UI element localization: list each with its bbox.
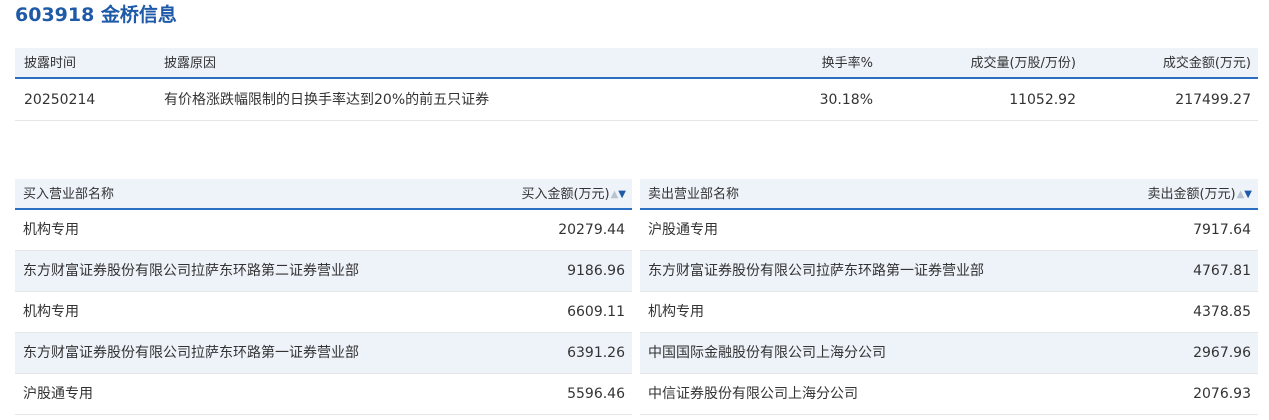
sell-header-amount: 卖出金额(万元) <box>1147 187 1236 202</box>
header-volume: 成交量(万股/万份) <box>970 56 1076 71</box>
summary-date: 20250214 <box>24 92 96 108</box>
broker-name: 机构专用 <box>23 222 79 238</box>
sell-amount: 2076.93 <box>1193 386 1251 402</box>
buy-amount-sort-header[interactable]: 买入金额(万元)▲▼ <box>521 179 626 210</box>
table-row: 机构专用 4378.85 <box>640 292 1258 333</box>
table-row: 中信证券股份有限公司上海分公司 2076.93 <box>640 374 1258 415</box>
broker-name: 东方财富证券股份有限公司拉萨东环路第一证券营业部 <box>648 263 984 279</box>
sort-down-icon: ▼ <box>618 189 626 200</box>
buy-amount: 5596.46 <box>567 386 625 402</box>
header-date: 披露时间 <box>24 56 77 71</box>
buy-amount: 9186.96 <box>567 263 625 279</box>
sell-amount: 4378.85 <box>1193 304 1251 320</box>
sell-amount: 7917.64 <box>1193 222 1251 238</box>
sort-down-icon: ▼ <box>1244 189 1252 200</box>
table-row: 东方财富证券股份有限公司拉萨东环路第一证券营业部 4767.81 <box>640 251 1258 292</box>
header-reason: 披露原因 <box>164 56 217 71</box>
buy-header-amount: 买入金额(万元) <box>521 187 610 202</box>
broker-name: 中信证券股份有限公司上海分公司 <box>648 386 858 402</box>
buy-amount: 20279.44 <box>558 222 625 238</box>
broker-name: 沪股通专用 <box>648 222 718 238</box>
summary-row: 20250214 有价格涨跌幅限制的日换手率达到20%的前五只证券 30.18%… <box>15 79 1258 121</box>
sell-table: 卖出营业部名称 卖出金额(万元)▲▼ 沪股通专用 7917.64 东方财富证券股… <box>640 179 1258 415</box>
buy-amount: 6609.11 <box>567 304 625 320</box>
buy-amount: 6391.26 <box>567 345 625 361</box>
summary-volume: 11052.92 <box>1009 92 1076 108</box>
broker-name: 机构专用 <box>648 304 704 320</box>
table-row: 沪股通专用 7917.64 <box>640 210 1258 251</box>
header-amount: 成交金额(万元) <box>1162 56 1251 71</box>
broker-name: 沪股通专用 <box>23 386 93 402</box>
buy-table: 买入营业部名称 买入金额(万元)▲▼ 机构专用 20279.44 东方财富证券股… <box>15 179 632 415</box>
table-row: 机构专用 6609.11 <box>15 292 632 333</box>
header-turnover: 换手率% <box>821 56 873 71</box>
broker-name: 东方财富证券股份有限公司拉萨东环路第一证券营业部 <box>23 345 359 361</box>
buy-header-row: 买入营业部名称 买入金额(万元)▲▼ <box>15 179 632 210</box>
sell-amount: 4767.81 <box>1193 263 1251 279</box>
table-row: 沪股通专用 5596.46 <box>15 374 632 415</box>
page-title: 603918 金桥信息 <box>15 4 177 26</box>
table-row: 东方财富证券股份有限公司拉萨东环路第一证券营业部 6391.26 <box>15 333 632 374</box>
summary-turnover: 30.18% <box>819 92 873 108</box>
broker-name: 中国国际金融股份有限公司上海分公司 <box>648 345 886 361</box>
sort-icon[interactable]: ▲▼ <box>1237 179 1252 210</box>
sell-header-name: 卖出营业部名称 <box>648 187 740 202</box>
table-row: 机构专用 20279.44 <box>15 210 632 251</box>
buy-header-name: 买入营业部名称 <box>23 187 115 202</box>
summary-reason: 有价格涨跌幅限制的日换手率达到20%的前五只证券 <box>164 92 490 108</box>
broker-name: 机构专用 <box>23 304 79 320</box>
sort-icon[interactable]: ▲▼ <box>611 179 626 210</box>
sell-amount-sort-header[interactable]: 卖出金额(万元)▲▼ <box>1147 179 1252 210</box>
table-row: 中国国际金融股份有限公司上海分公司 2967.96 <box>640 333 1258 374</box>
summary-table: 披露时间 披露原因 换手率% 成交量(万股/万份) 成交金额(万元) 20250… <box>15 48 1258 121</box>
broker-name: 东方财富证券股份有限公司拉萨东环路第二证券营业部 <box>23 263 359 279</box>
table-row: 东方财富证券股份有限公司拉萨东环路第二证券营业部 9186.96 <box>15 251 632 292</box>
summary-header-row: 披露时间 披露原因 换手率% 成交量(万股/万份) 成交金额(万元) <box>15 48 1258 79</box>
sell-amount: 2967.96 <box>1193 345 1251 361</box>
summary-amount: 217499.27 <box>1175 92 1251 108</box>
sell-header-row: 卖出营业部名称 卖出金额(万元)▲▼ <box>640 179 1258 210</box>
